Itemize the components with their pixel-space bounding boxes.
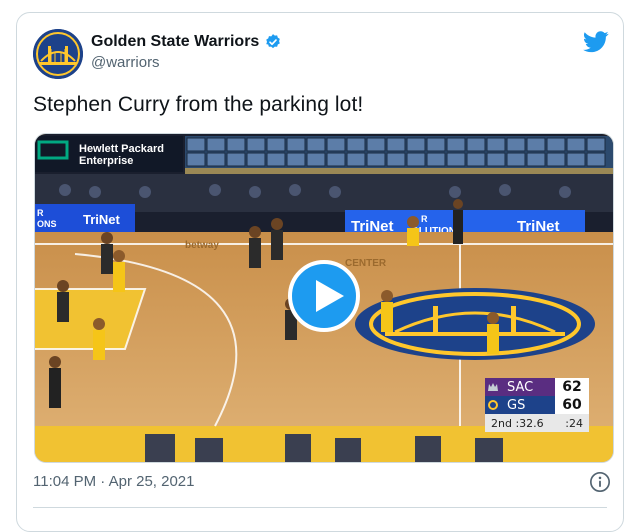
scoreboard-row-gs: GS 60 xyxy=(485,396,589,414)
svg-text:TriNet: TriNet xyxy=(83,212,121,227)
kings-logo-icon xyxy=(485,378,501,396)
svg-text:betway: betway xyxy=(185,240,219,251)
tweet-card: Golden State Warriors @warriors Stephen … xyxy=(16,12,624,532)
svg-text:Enterprise: Enterprise xyxy=(79,155,133,167)
team1-name: SAC xyxy=(507,379,534,395)
svg-text:ONS: ONS xyxy=(37,219,57,229)
tweet-text: Stephen Curry from the parking lot! xyxy=(33,93,364,116)
team2-score: 60 xyxy=(555,396,589,414)
play-icon xyxy=(316,280,344,312)
team2-name: GS xyxy=(507,397,526,413)
video-player[interactable]: Hewlett Packard Enterprise R ONS TriNet … xyxy=(34,133,614,463)
led-board-left: R ONS TriNet xyxy=(35,204,135,232)
svg-text:CENTER: CENTER xyxy=(345,258,387,269)
scoreboard-row-sac: SAC 62 xyxy=(485,378,589,396)
scoreboard-overlay: SAC 62 GS 60 2nd :32.6 :24 xyxy=(485,378,589,436)
team1-score: 62 xyxy=(555,378,589,396)
warriors-logo-icon xyxy=(33,29,83,79)
verified-badge-icon xyxy=(266,34,281,49)
author-handle[interactable]: @warriors xyxy=(91,54,282,71)
avatar[interactable] xyxy=(33,29,83,79)
tweet-timestamp[interactable]: 11:04 PM · Apr 25, 2021 xyxy=(33,473,195,490)
divider xyxy=(33,507,607,508)
svg-text:R: R xyxy=(421,214,428,224)
author-block: Golden State Warriors @warriors xyxy=(91,33,282,71)
svg-text:R: R xyxy=(37,208,44,218)
twitter-bird-icon[interactable] xyxy=(583,31,609,53)
info-icon[interactable] xyxy=(589,471,611,493)
clock: :32.6 xyxy=(515,416,544,430)
game-clock: 2nd :32.6 :24 xyxy=(485,414,589,432)
author-name[interactable]: Golden State Warriors xyxy=(91,33,259,51)
shot-clock: :24 xyxy=(565,416,583,430)
play-button[interactable] xyxy=(288,260,360,332)
warriors-small-logo-icon xyxy=(485,396,501,414)
sponsor-banner: Hewlett Packard Enterprise xyxy=(35,136,183,172)
fan-screen-wall xyxy=(185,136,613,180)
period: 2nd xyxy=(491,416,512,430)
svg-text:Hewlett Packard: Hewlett Packard xyxy=(79,143,164,155)
